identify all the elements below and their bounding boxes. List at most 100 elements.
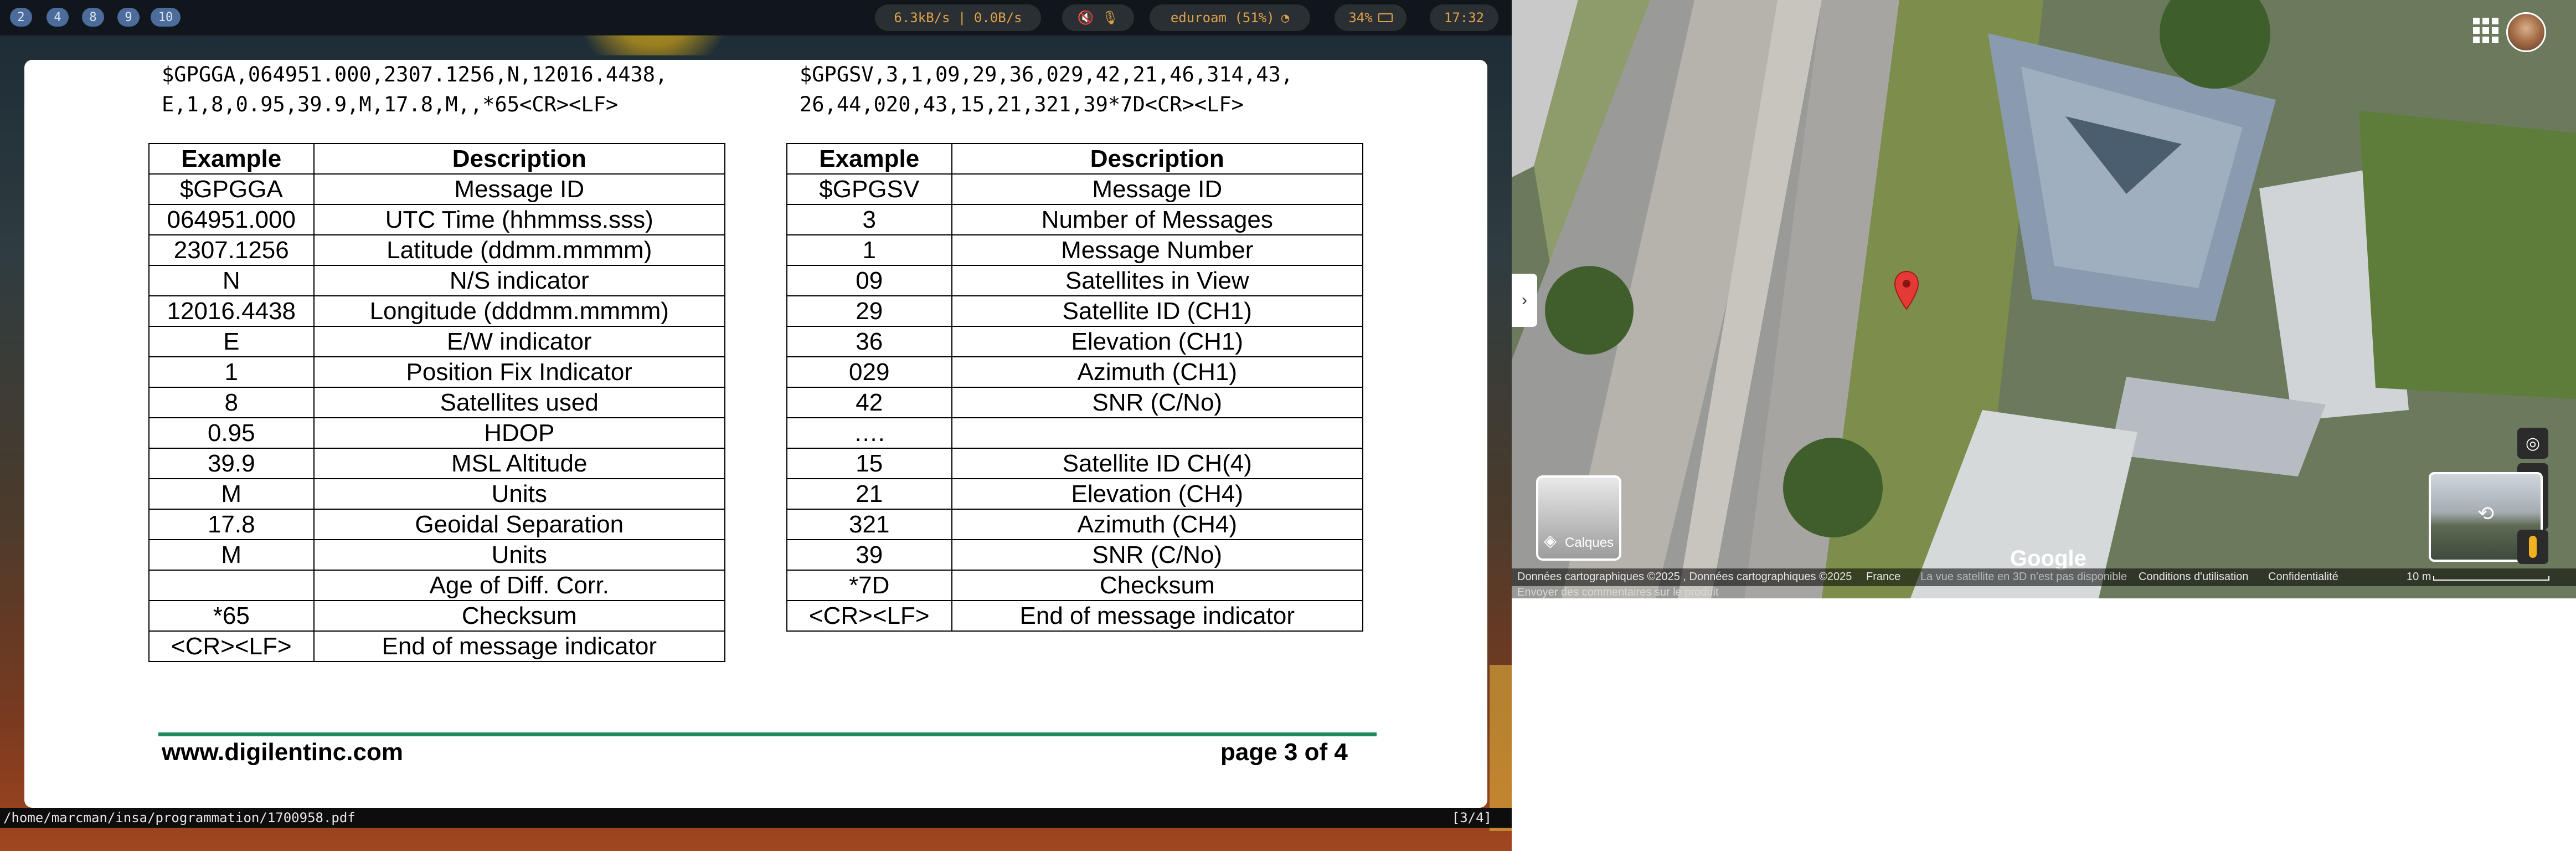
file-path: /home/marcman/insa/programmation/1700958…	[3, 810, 356, 826]
column-header-example: Example	[148, 143, 315, 175]
table-row: 029 Azimuth (CH1)	[786, 356, 1364, 388]
layers-icon: ◈	[1544, 532, 1557, 550]
example-cell: ….	[786, 417, 952, 449]
gsv-table: Example Description $GPGSV Message ID 3 Num…	[786, 143, 1364, 632]
country-label: France	[1866, 571, 1901, 583]
table-row: $GPGSV Message ID	[786, 173, 1364, 205]
workspace-button[interactable]: 4	[47, 8, 69, 27]
privacy-link[interactable]: Confidentialité	[2268, 571, 2338, 583]
example-cell: 42	[786, 387, 952, 418]
crosshair-icon: ◎	[2525, 434, 2541, 453]
example-cell: M	[148, 478, 315, 510]
description-cell: Message ID	[313, 173, 726, 205]
gga-sentence-line: E,1,8,0.95,39.9,M,17.8,M,,*65<CR><LF>	[162, 93, 619, 116]
workspace-button[interactable]: 9	[117, 8, 140, 27]
workspace-button[interactable]: 10	[151, 8, 181, 27]
map-data-attribution: Données cartographiques ©2025 , Données …	[1517, 571, 1852, 583]
example-cell: $GPGSV	[786, 173, 952, 205]
description-cell: HDOP	[313, 417, 726, 449]
my-location-button[interactable]: ◎	[2517, 428, 2548, 459]
table-row: 12016.4438 Longitude (dddmm.mmmm)	[148, 295, 726, 327]
feedback-link[interactable]: Envoyer des commentaires sur le produit	[1517, 586, 1719, 598]
terms-link[interactable]: Conditions d'utilisation	[2139, 571, 2248, 583]
description-cell: Checksum	[951, 570, 1364, 601]
example-cell: 29	[786, 295, 952, 327]
example-cell: 15	[786, 448, 952, 479]
avatar[interactable]	[2506, 12, 2546, 52]
example-cell: 1	[148, 356, 315, 388]
table-row: 17.8 Geoidal Separation	[148, 509, 726, 540]
map-view[interactable]: › ◈ Calques ◎ + − ⟲ Google Données carto…	[1512, 0, 2576, 598]
apps-grid-icon[interactable]	[2471, 16, 2501, 45]
description-cell: Latitude (ddmm.mmmm)	[313, 234, 726, 266]
description-cell: Azimuth (CH1)	[951, 356, 1364, 388]
table-row: 064951.000 UTC Time (hhmmss.sss)	[148, 204, 726, 235]
example-cell: 39	[786, 539, 952, 571]
layers-button[interactable]: ◈ Calques	[1536, 475, 1621, 561]
wallpaper-decoration	[1490, 665, 1512, 831]
description-cell: SNR (C/No)	[951, 387, 1364, 418]
example-cell: 321	[786, 509, 952, 540]
description-cell: Satellite ID CH(4)	[951, 448, 1364, 479]
table-row: *65 Checksum	[148, 600, 726, 632]
description-cell: End of message indicator	[313, 630, 726, 662]
example-cell: M	[148, 539, 315, 571]
audio-indicator[interactable]: 🔇 🎙	[1062, 4, 1134, 31]
example-cell: *7D	[786, 570, 952, 601]
description-cell: Message Number	[951, 234, 1364, 266]
pdf-page: $GPGGA,064951.000,2307.1256,N,12016.4438…	[24, 60, 1487, 808]
example-cell: 3	[786, 204, 952, 235]
satellite-3d-note: La vue satellite en 3D n'est pas disponi…	[1920, 571, 2127, 583]
footer-divider	[158, 732, 1377, 736]
table-row: 15 Satellite ID CH(4)	[786, 448, 1364, 479]
description-cell: Satellites in View	[951, 265, 1364, 296]
description-cell: UTC Time (hhmmss.sss)	[313, 204, 726, 235]
location-pin-icon[interactable]	[1894, 270, 1919, 311]
gsv-sentence: $GPGSV,3,1,09,29,36,029,42,21,46,314,43,…	[800, 60, 1293, 120]
description-cell: Geoidal Separation	[313, 509, 726, 540]
chevron-right-icon: ›	[1522, 291, 1527, 309]
description-cell: Elevation (CH4)	[951, 478, 1364, 510]
table-row: 3 Number of Messages	[786, 204, 1364, 235]
example-cell: 12016.4438	[148, 295, 315, 327]
example-cell: <CR><LF>	[148, 630, 315, 662]
description-cell: Azimuth (CH4)	[951, 509, 1364, 540]
table-row: 321 Azimuth (CH4)	[786, 509, 1364, 540]
collapse-side-panel-button[interactable]: ›	[1512, 274, 1537, 327]
wifi-indicator[interactable]: eduroam (51%) ◔	[1150, 4, 1310, 31]
footer-page-number: page 3 of 4	[1220, 739, 1348, 766]
table-row: <CR><LF> End of message indicator	[148, 630, 726, 662]
example-cell: $GPGGA	[148, 173, 315, 205]
viewer-status-bar: /home/marcman/insa/programmation/1700958…	[0, 808, 1512, 828]
footer-website: www.digilentinc.com	[162, 739, 403, 766]
pegman-button[interactable]	[2517, 530, 2548, 564]
table-row: 2307.1256 Latitude (ddmm.mmmm)	[148, 234, 726, 266]
wifi-label: eduroam (51%)	[1170, 10, 1275, 25]
table-row: 21 Elevation (CH4)	[786, 478, 1364, 510]
table-row: $GPGGA Message ID	[148, 173, 726, 205]
battery-label: 34%	[1348, 10, 1373, 25]
table-row: 42 SNR (C/No)	[786, 387, 1364, 418]
example-cell: E	[148, 326, 315, 357]
description-cell: Units	[313, 539, 726, 571]
description-cell: Number of Messages	[951, 204, 1364, 235]
empty-area	[1512, 598, 2576, 851]
example-cell: 064951.000	[148, 204, 315, 235]
scale-bar	[2433, 576, 2549, 581]
description-cell: Message ID	[951, 173, 1364, 205]
workspace-button[interactable]: 8	[82, 8, 104, 27]
satellite-imagery	[1512, 0, 2576, 598]
status-top-bar: 2 4 8 9 10 6.3kB/s | 0.0B/s 🔇 🎙 eduroam …	[0, 0, 1512, 35]
table-row: 36 Elevation (CH1)	[786, 326, 1364, 357]
wifi-icon: ◔	[1281, 10, 1290, 25]
example-cell: 36	[786, 326, 952, 357]
example-cell: *65	[148, 600, 315, 632]
table-row: <CR><LF> End of message indicator	[786, 600, 1364, 632]
workspace-button[interactable]: 2	[10, 8, 32, 27]
example-cell: 1	[786, 234, 952, 266]
table-row: 1 Message Number	[786, 234, 1364, 266]
description-cell: N/S indicator	[313, 265, 726, 296]
column-header-example: Example	[786, 143, 952, 175]
table-row: M Units	[148, 539, 726, 571]
description-cell: Age of Diff. Corr.	[313, 570, 726, 601]
